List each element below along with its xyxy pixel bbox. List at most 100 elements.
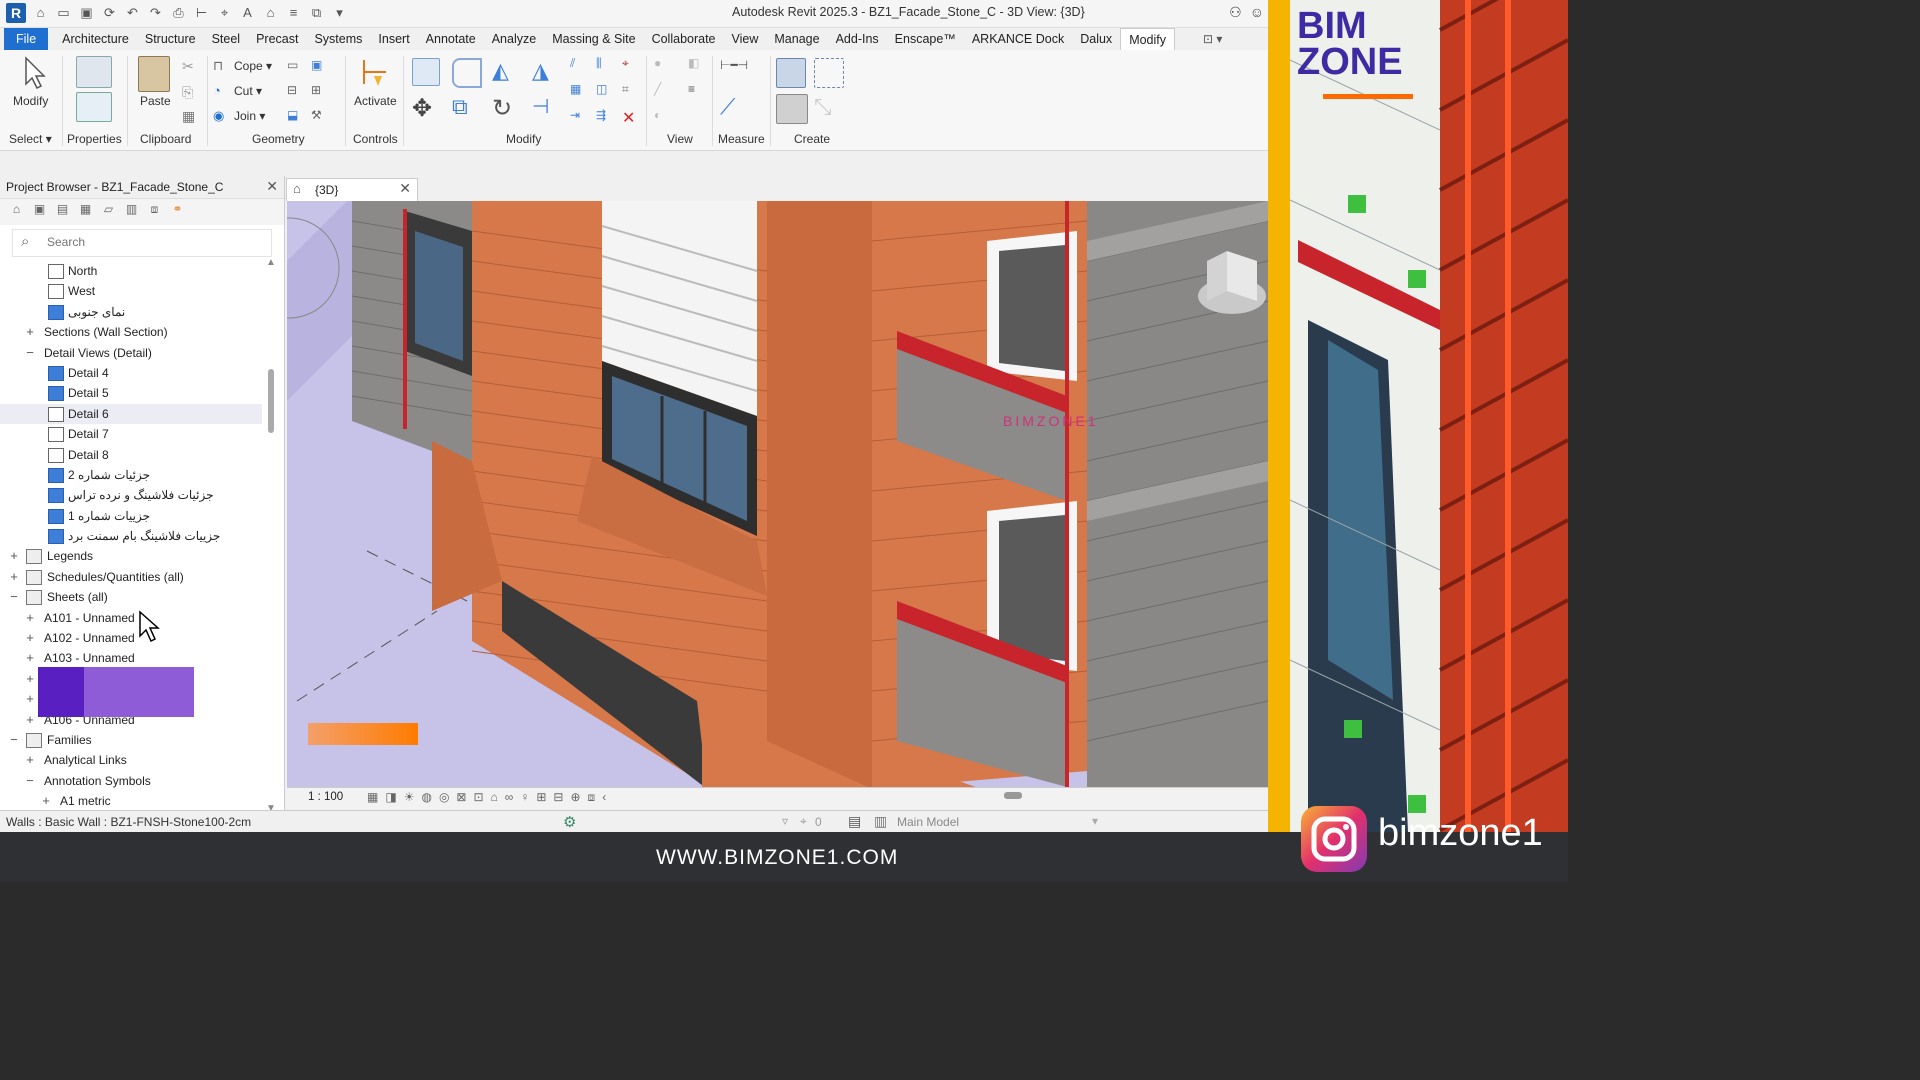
tree-item[interactable]: + Legends [0, 546, 262, 566]
tab-manage[interactable]: Manage [766, 28, 827, 50]
measure-between-icon[interactable]: ⊢━⊣ [720, 58, 750, 76]
expand-icon[interactable]: + [24, 689, 36, 709]
split-icon[interactable]: ⫽ [570, 56, 588, 74]
sun-path-icon[interactable]: ☀ [404, 790, 415, 805]
expand-icon[interactable]: + [40, 791, 52, 811]
ribbon-options-icon[interactable]: ⊡ ▾ [1203, 32, 1222, 46]
tree-item[interactable]: Detail 7 [0, 424, 262, 444]
array-icon[interactable]: ▦ [570, 82, 588, 100]
tree-item[interactable]: − Detail Views (Detail) [0, 343, 262, 363]
wall-joins-icon[interactable]: ▭ [287, 58, 303, 74]
crop-view-icon[interactable]: ⊠ [456, 790, 466, 805]
worksharing-icon[interactable]: ⧈ [588, 790, 596, 805]
browser-scrollbar[interactable]: ▲ ▼ [265, 257, 277, 814]
instagram-handle[interactable]: bimzone1 [1378, 812, 1543, 855]
shadows-icon[interactable]: ◍ [421, 790, 431, 805]
expand-icon[interactable]: + [24, 628, 36, 648]
linework-icon[interactable]: ⬓ [287, 108, 303, 124]
modify-button[interactable]: Modify [13, 94, 48, 108]
binoculars-icon[interactable]: ⚇ [1229, 4, 1242, 21]
paste-icon[interactable] [138, 56, 170, 92]
tab-add-ins[interactable]: Add-Ins [828, 28, 887, 50]
tree-item[interactable]: جزییات فلاشینگ بام سمنت برد [0, 526, 262, 546]
scale-icon[interactable]: ◫ [596, 82, 614, 100]
visual-style-icon[interactable]: ◨ [385, 790, 396, 805]
tab-structure[interactable]: Structure [137, 28, 204, 50]
demolish-icon[interactable]: ⊞ [311, 83, 327, 99]
tab-arkance-dock[interactable]: ARKANCE Dock [964, 28, 1072, 50]
tab-annotate[interactable]: Annotate [418, 28, 484, 50]
select-group-label[interactable]: Select ▾ [9, 132, 52, 146]
collapse-icon[interactable]: − [24, 771, 36, 791]
tab-enscape[interactable]: Enscape™ [887, 28, 964, 50]
tree-item[interactable]: Detail 4 [0, 363, 262, 383]
active-model[interactable]: Main Model [897, 815, 959, 829]
view-icon[interactable]: ▣ [31, 201, 48, 218]
home-view-icon[interactable]: ⌂ [8, 201, 25, 218]
3d-view-icon[interactable]: ⌂ [262, 4, 279, 21]
revit-logo[interactable]: R [6, 3, 26, 23]
cut-icon[interactable]: ✂ [182, 58, 200, 76]
expand-icon[interactable]: + [24, 322, 36, 342]
show-crop-icon[interactable]: ⊡ [473, 790, 483, 805]
measure-icon[interactable]: ⊢ [193, 4, 210, 21]
extend-multiple-icon[interactable]: ⇶ [596, 108, 614, 126]
match-type-icon[interactable]: ▦ [182, 108, 200, 126]
activate-icon[interactable] [360, 56, 390, 88]
text-icon[interactable]: A [239, 4, 256, 21]
tab-collaborate[interactable]: Collaborate [644, 28, 724, 50]
collapse-bar-icon[interactable]: ‹ [602, 790, 606, 805]
tree-item[interactable]: + Sections (Wall Section) [0, 322, 262, 342]
close-icon[interactable]: ✕ [266, 178, 278, 195]
move-icon[interactable]: ✥ [412, 94, 438, 122]
customize-qat-icon[interactable]: ▾ [331, 4, 348, 21]
link-icon[interactable]: ⚭ [169, 201, 186, 218]
tab-architecture[interactable]: Architecture [54, 28, 137, 50]
tree-item[interactable]: + A101 - Unnamed [0, 608, 262, 628]
user-icon[interactable]: ☺ [1250, 4, 1264, 21]
offset-icon[interactable] [452, 58, 482, 88]
split-gap-icon[interactable]: ⫼ [596, 56, 614, 74]
print-icon[interactable]: ⎙ [170, 4, 187, 21]
tree-item[interactable]: Detail 8 [0, 445, 262, 465]
schedule-icon[interactable]: ▦ [77, 201, 94, 218]
view-scale[interactable]: 1 : 100 [308, 791, 343, 803]
close-tab-icon[interactable]: ✕ [399, 180, 411, 197]
tree-item[interactable]: − Annotation Symbols [0, 771, 262, 791]
render-icon[interactable]: ◎ [439, 790, 449, 805]
activate-button[interactable]: Activate [354, 94, 397, 108]
cope-button[interactable]: Cope ▾ [234, 59, 272, 73]
hammer-icon[interactable]: ⚒ [311, 108, 327, 124]
rotate-icon[interactable]: ↻ [492, 94, 518, 122]
tag-icon[interactable]: ⌖ [216, 4, 233, 21]
filter-icon[interactable]: ▿ [782, 814, 788, 828]
editing-requests-icon[interactable]: ▥ [874, 813, 887, 830]
type-properties-icon[interactable] [76, 92, 112, 122]
tab-insert[interactable]: Insert [370, 28, 417, 50]
create-parts-icon[interactable] [814, 58, 844, 88]
create-similar-icon[interactable]: ⤡ [814, 94, 842, 122]
tree-item[interactable]: + A102 - Unnamed [0, 628, 262, 648]
reveal-hidden-icon[interactable]: ♀ [520, 790, 529, 805]
open-icon[interactable]: ▭ [55, 4, 72, 21]
cut-geometry-icon[interactable]: ◔ [213, 83, 229, 99]
tab-modify[interactable]: Modify [1120, 27, 1176, 51]
search-box[interactable]: ⌕ [12, 229, 272, 257]
collapse-icon[interactable]: − [8, 730, 20, 750]
graphics-icon[interactable]: ≡ [688, 82, 706, 100]
expand-icon[interactable]: + [8, 567, 20, 587]
tree-item[interactable]: + Schedules/Quantities (all) [0, 567, 262, 587]
family-icon[interactable]: ▥ [123, 201, 140, 218]
join-button[interactable]: Join ▾ [234, 109, 265, 123]
save-icon[interactable]: ▣ [78, 4, 95, 21]
copy-element-icon[interactable]: ⧉ [452, 94, 478, 120]
tree-item[interactable]: Detail 5 [0, 383, 262, 403]
tree-item[interactable]: − Sheets (all) [0, 587, 262, 607]
group-icon[interactable]: ⧈ [146, 201, 163, 218]
create-assembly-icon[interactable] [776, 58, 806, 88]
tree-item[interactable]: + A103 - Unnamed [0, 648, 262, 668]
redo-icon[interactable]: ↷ [147, 4, 164, 21]
analytical-model-icon[interactable]: ⊞ [536, 790, 546, 805]
tree-item[interactable]: جزئیات شماره 2 [0, 465, 262, 485]
tree-item[interactable]: + Analytical Links [0, 750, 262, 770]
